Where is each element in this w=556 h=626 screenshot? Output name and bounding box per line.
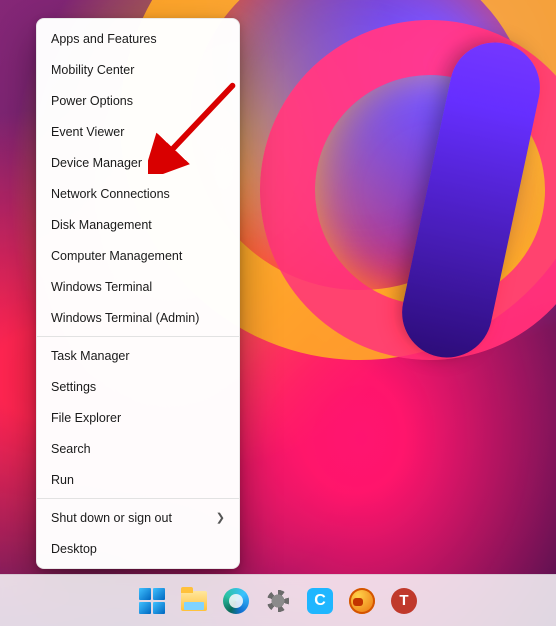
- menu-item-settings[interactable]: Settings: [37, 371, 239, 402]
- menu-item-label: Windows Terminal: [51, 278, 152, 296]
- menu-item-windows-terminal-admin[interactable]: Windows Terminal (Admin): [37, 302, 239, 333]
- edge-icon: [223, 588, 249, 614]
- settings-icon: [265, 588, 291, 614]
- menu-item-network-connections[interactable]: Network Connections: [37, 178, 239, 209]
- chevron-right-icon: ❯: [216, 509, 225, 527]
- menu-item-label: Windows Terminal (Admin): [51, 309, 199, 327]
- taskbar-app-c[interactable]: C: [306, 587, 334, 615]
- menu-item-label: Mobility Center: [51, 61, 134, 79]
- taskbar-settings[interactable]: [264, 587, 292, 615]
- menu-item-label: Apps and Features: [51, 30, 157, 48]
- taskbar-edge[interactable]: [222, 587, 250, 615]
- menu-item-label: Task Manager: [51, 347, 130, 365]
- start-button[interactable]: [138, 587, 166, 615]
- taskbar-app-t[interactable]: T: [390, 587, 418, 615]
- taskbar: C T: [0, 574, 556, 626]
- menu-separator: [37, 498, 239, 499]
- menu-item-disk-management[interactable]: Disk Management: [37, 209, 239, 240]
- menu-item-mobility-center[interactable]: Mobility Center: [37, 54, 239, 85]
- menu-item-label: Network Connections: [51, 185, 170, 203]
- app-t-icon: T: [391, 588, 417, 614]
- menu-item-label: Computer Management: [51, 247, 182, 265]
- taskbar-file-explorer[interactable]: [180, 587, 208, 615]
- menu-item-search[interactable]: Search: [37, 433, 239, 464]
- file-explorer-icon: [181, 591, 207, 611]
- menu-item-power-options[interactable]: Power Options: [37, 85, 239, 116]
- menu-item-windows-terminal[interactable]: Windows Terminal: [37, 271, 239, 302]
- menu-item-task-manager[interactable]: Task Manager: [37, 340, 239, 371]
- menu-item-label: Run: [51, 471, 74, 489]
- menu-item-label: Shut down or sign out: [51, 509, 172, 527]
- menu-item-event-viewer[interactable]: Event Viewer: [37, 116, 239, 147]
- start-icon: [139, 588, 165, 614]
- menu-item-computer-management[interactable]: Computer Management: [37, 240, 239, 271]
- menu-item-device-manager[interactable]: Device Manager: [37, 147, 239, 178]
- winx-context-menu: Apps and Features Mobility Center Power …: [36, 18, 240, 569]
- menu-item-label: Power Options: [51, 92, 133, 110]
- menu-item-label: Event Viewer: [51, 123, 124, 141]
- menu-item-label: File Explorer: [51, 409, 121, 427]
- taskbar-app-globe[interactable]: [348, 587, 376, 615]
- menu-item-label: Settings: [51, 378, 96, 396]
- menu-item-file-explorer[interactable]: File Explorer: [37, 402, 239, 433]
- menu-item-label: Search: [51, 440, 91, 458]
- menu-item-shut-down-sign-out[interactable]: Shut down or sign out ❯: [37, 502, 239, 533]
- app-globe-icon: [349, 588, 375, 614]
- app-c-icon: C: [307, 588, 333, 614]
- menu-item-label: Disk Management: [51, 216, 152, 234]
- menu-item-desktop[interactable]: Desktop: [37, 533, 239, 564]
- menu-item-run[interactable]: Run: [37, 464, 239, 495]
- menu-item-label: Device Manager: [51, 154, 142, 172]
- menu-item-apps-features[interactable]: Apps and Features: [37, 23, 239, 54]
- menu-item-label: Desktop: [51, 540, 97, 558]
- menu-separator: [37, 336, 239, 337]
